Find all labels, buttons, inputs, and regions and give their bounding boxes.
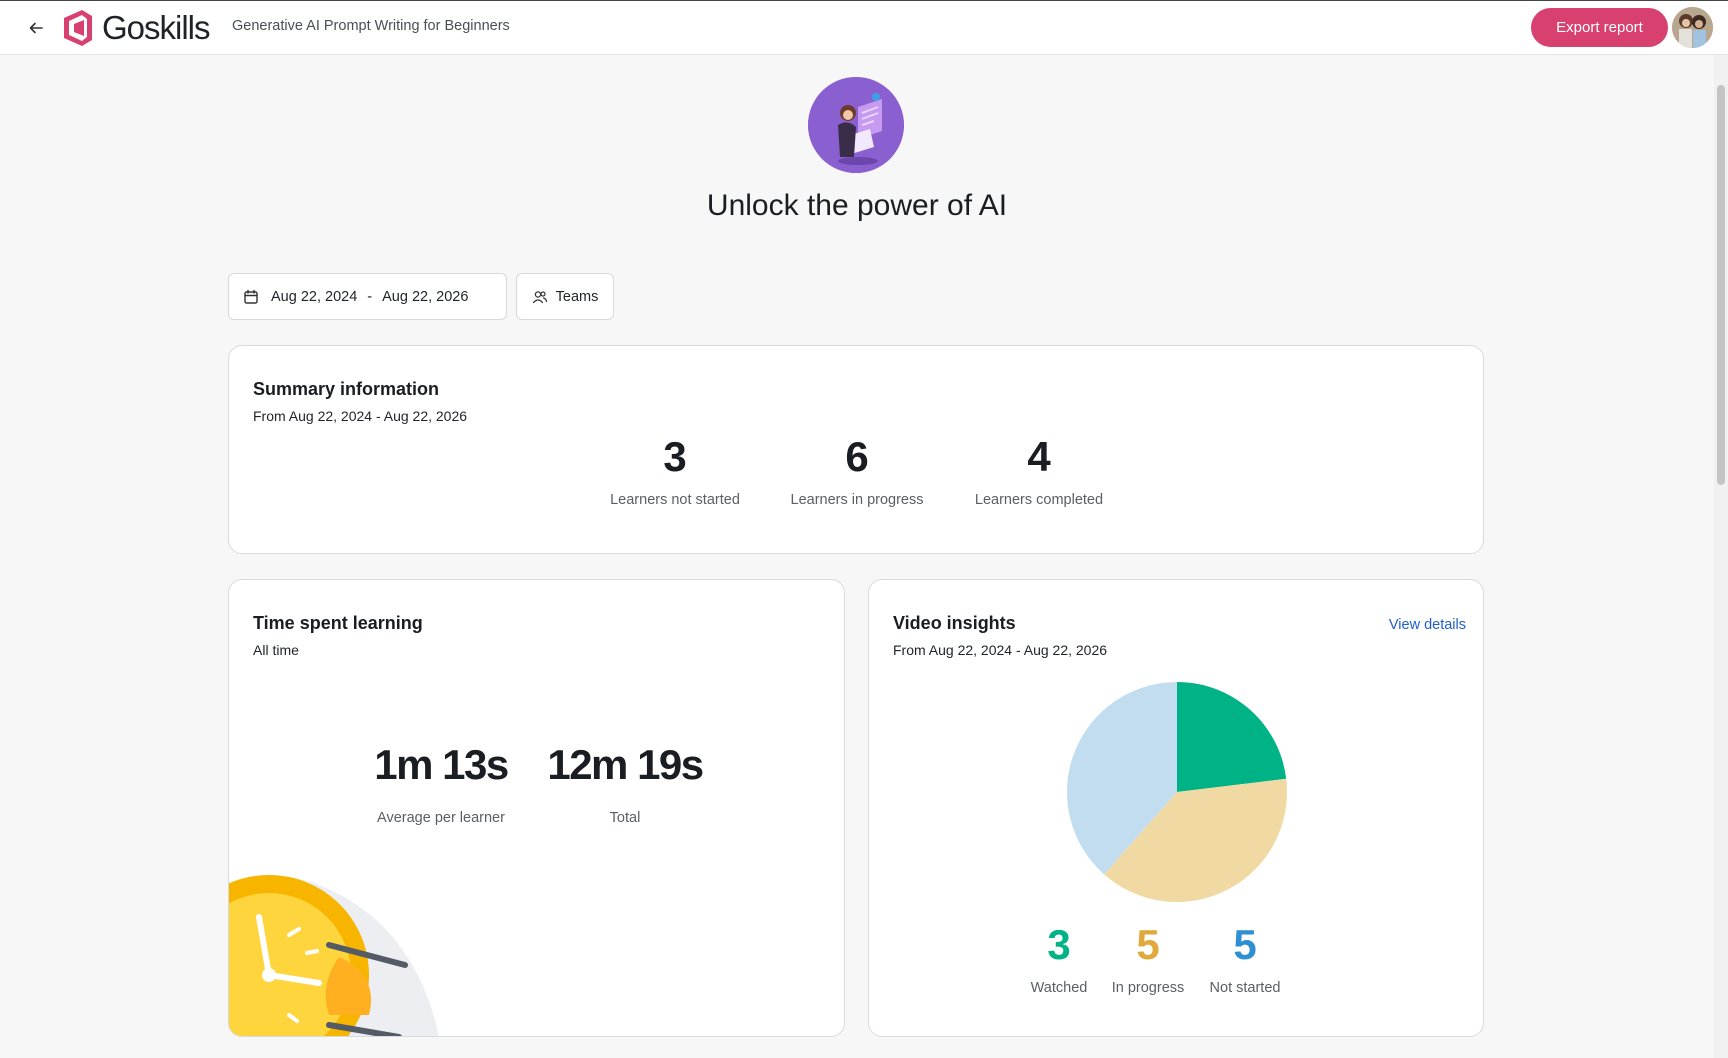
video-insights-subtitle: From Aug 22, 2024 - Aug 22, 2026 — [893, 642, 1108, 658]
total-value: 12m 19s — [547, 741, 704, 788]
user-avatar-icon — [1672, 7, 1713, 48]
legend-in-progress: 5 In progress — [1098, 921, 1198, 997]
logo-text: Goskills — [102, 9, 211, 46]
legend-value: 5 — [1233, 921, 1257, 968]
vertical-scrollbar[interactable] — [1714, 55, 1728, 1058]
stat-value: 4 — [1027, 433, 1051, 480]
back-button[interactable] — [22, 14, 50, 42]
stat-in-progress: 6 Learners in progress — [767, 433, 947, 509]
time-spent-title: Time spent learning — [253, 613, 423, 633]
teams-label: Teams — [555, 288, 599, 305]
page-title: Unlock the power of AI — [706, 189, 1008, 222]
total-time: 12m 19s Total — [525, 741, 725, 827]
date-start: Aug 22, 2024 — [271, 288, 358, 305]
course-title: Generative AI Prompt Writing for Beginne… — [232, 18, 510, 34]
course-illustration — [808, 77, 904, 173]
legend-label: Watched — [1030, 980, 1088, 996]
date-range-picker[interactable]: Aug 22, 2024 - Aug 22, 2026 — [228, 273, 507, 320]
stat-label: Learners not started — [610, 492, 740, 508]
stat-label: Learners completed — [974, 492, 1104, 508]
avatar[interactable] — [1672, 7, 1713, 48]
legend-not-started: 5 Not started — [1195, 921, 1295, 997]
clock-hourglass-illustration — [229, 875, 439, 1036]
average-label: Average per learner — [377, 810, 505, 826]
video-insights-title: Video insights — [893, 613, 1016, 633]
goskills-logo-icon — [64, 10, 92, 46]
pie-slice-watched — [1177, 682, 1287, 792]
video-insights-card: Video insights From Aug 22, 2024 - Aug 2… — [868, 579, 1484, 1037]
date-separator: - — [367, 288, 373, 305]
legend-value: 3 — [1047, 921, 1071, 968]
stat-value: 6 — [845, 433, 869, 480]
view-details-link[interactable]: View details — [1389, 617, 1466, 633]
stat-value: 3 — [663, 433, 687, 480]
summary-subtitle: From Aug 22, 2024 - Aug 22, 2026 — [253, 408, 468, 424]
calendar-icon — [244, 289, 258, 304]
legend-watched: 3 Watched — [1009, 921, 1109, 997]
average-per-learner: 1m 13s Average per learner — [341, 741, 541, 827]
arrow-left-icon — [29, 22, 43, 34]
export-report-button[interactable]: Export report — [1531, 8, 1668, 47]
summary-title: Summary information — [253, 379, 440, 399]
time-spent-subtitle: All time — [253, 642, 299, 658]
summary-card: Summary information From Aug 22, 2024 - … — [228, 345, 1484, 554]
goskills-logo[interactable]: Goskills — [58, 8, 211, 48]
video-insights-pie-chart — [1067, 682, 1287, 902]
legend-value: 5 — [1136, 921, 1160, 968]
time-spent-card: Time spent learning All time 1m 13s Aver… — [228, 579, 845, 1037]
date-end: Aug 22, 2026 — [382, 288, 469, 305]
teams-filter-button[interactable]: Teams — [516, 273, 614, 320]
scrollbar-thumb[interactable] — [1717, 85, 1725, 485]
users-icon — [532, 290, 547, 303]
average-value: 1m 13s — [374, 741, 509, 788]
top-bar: Goskills Generative AI Prompt Writing fo… — [0, 0, 1728, 55]
stat-completed: 4 Learners completed — [949, 433, 1129, 509]
legend-label: Not started — [1209, 980, 1281, 996]
ai-illustration-icon — [808, 77, 904, 173]
stat-label: Learners in progress — [790, 492, 924, 508]
stat-not-started: 3 Learners not started — [585, 433, 765, 509]
total-label: Total — [609, 810, 641, 826]
legend-label: In progress — [1111, 980, 1185, 996]
